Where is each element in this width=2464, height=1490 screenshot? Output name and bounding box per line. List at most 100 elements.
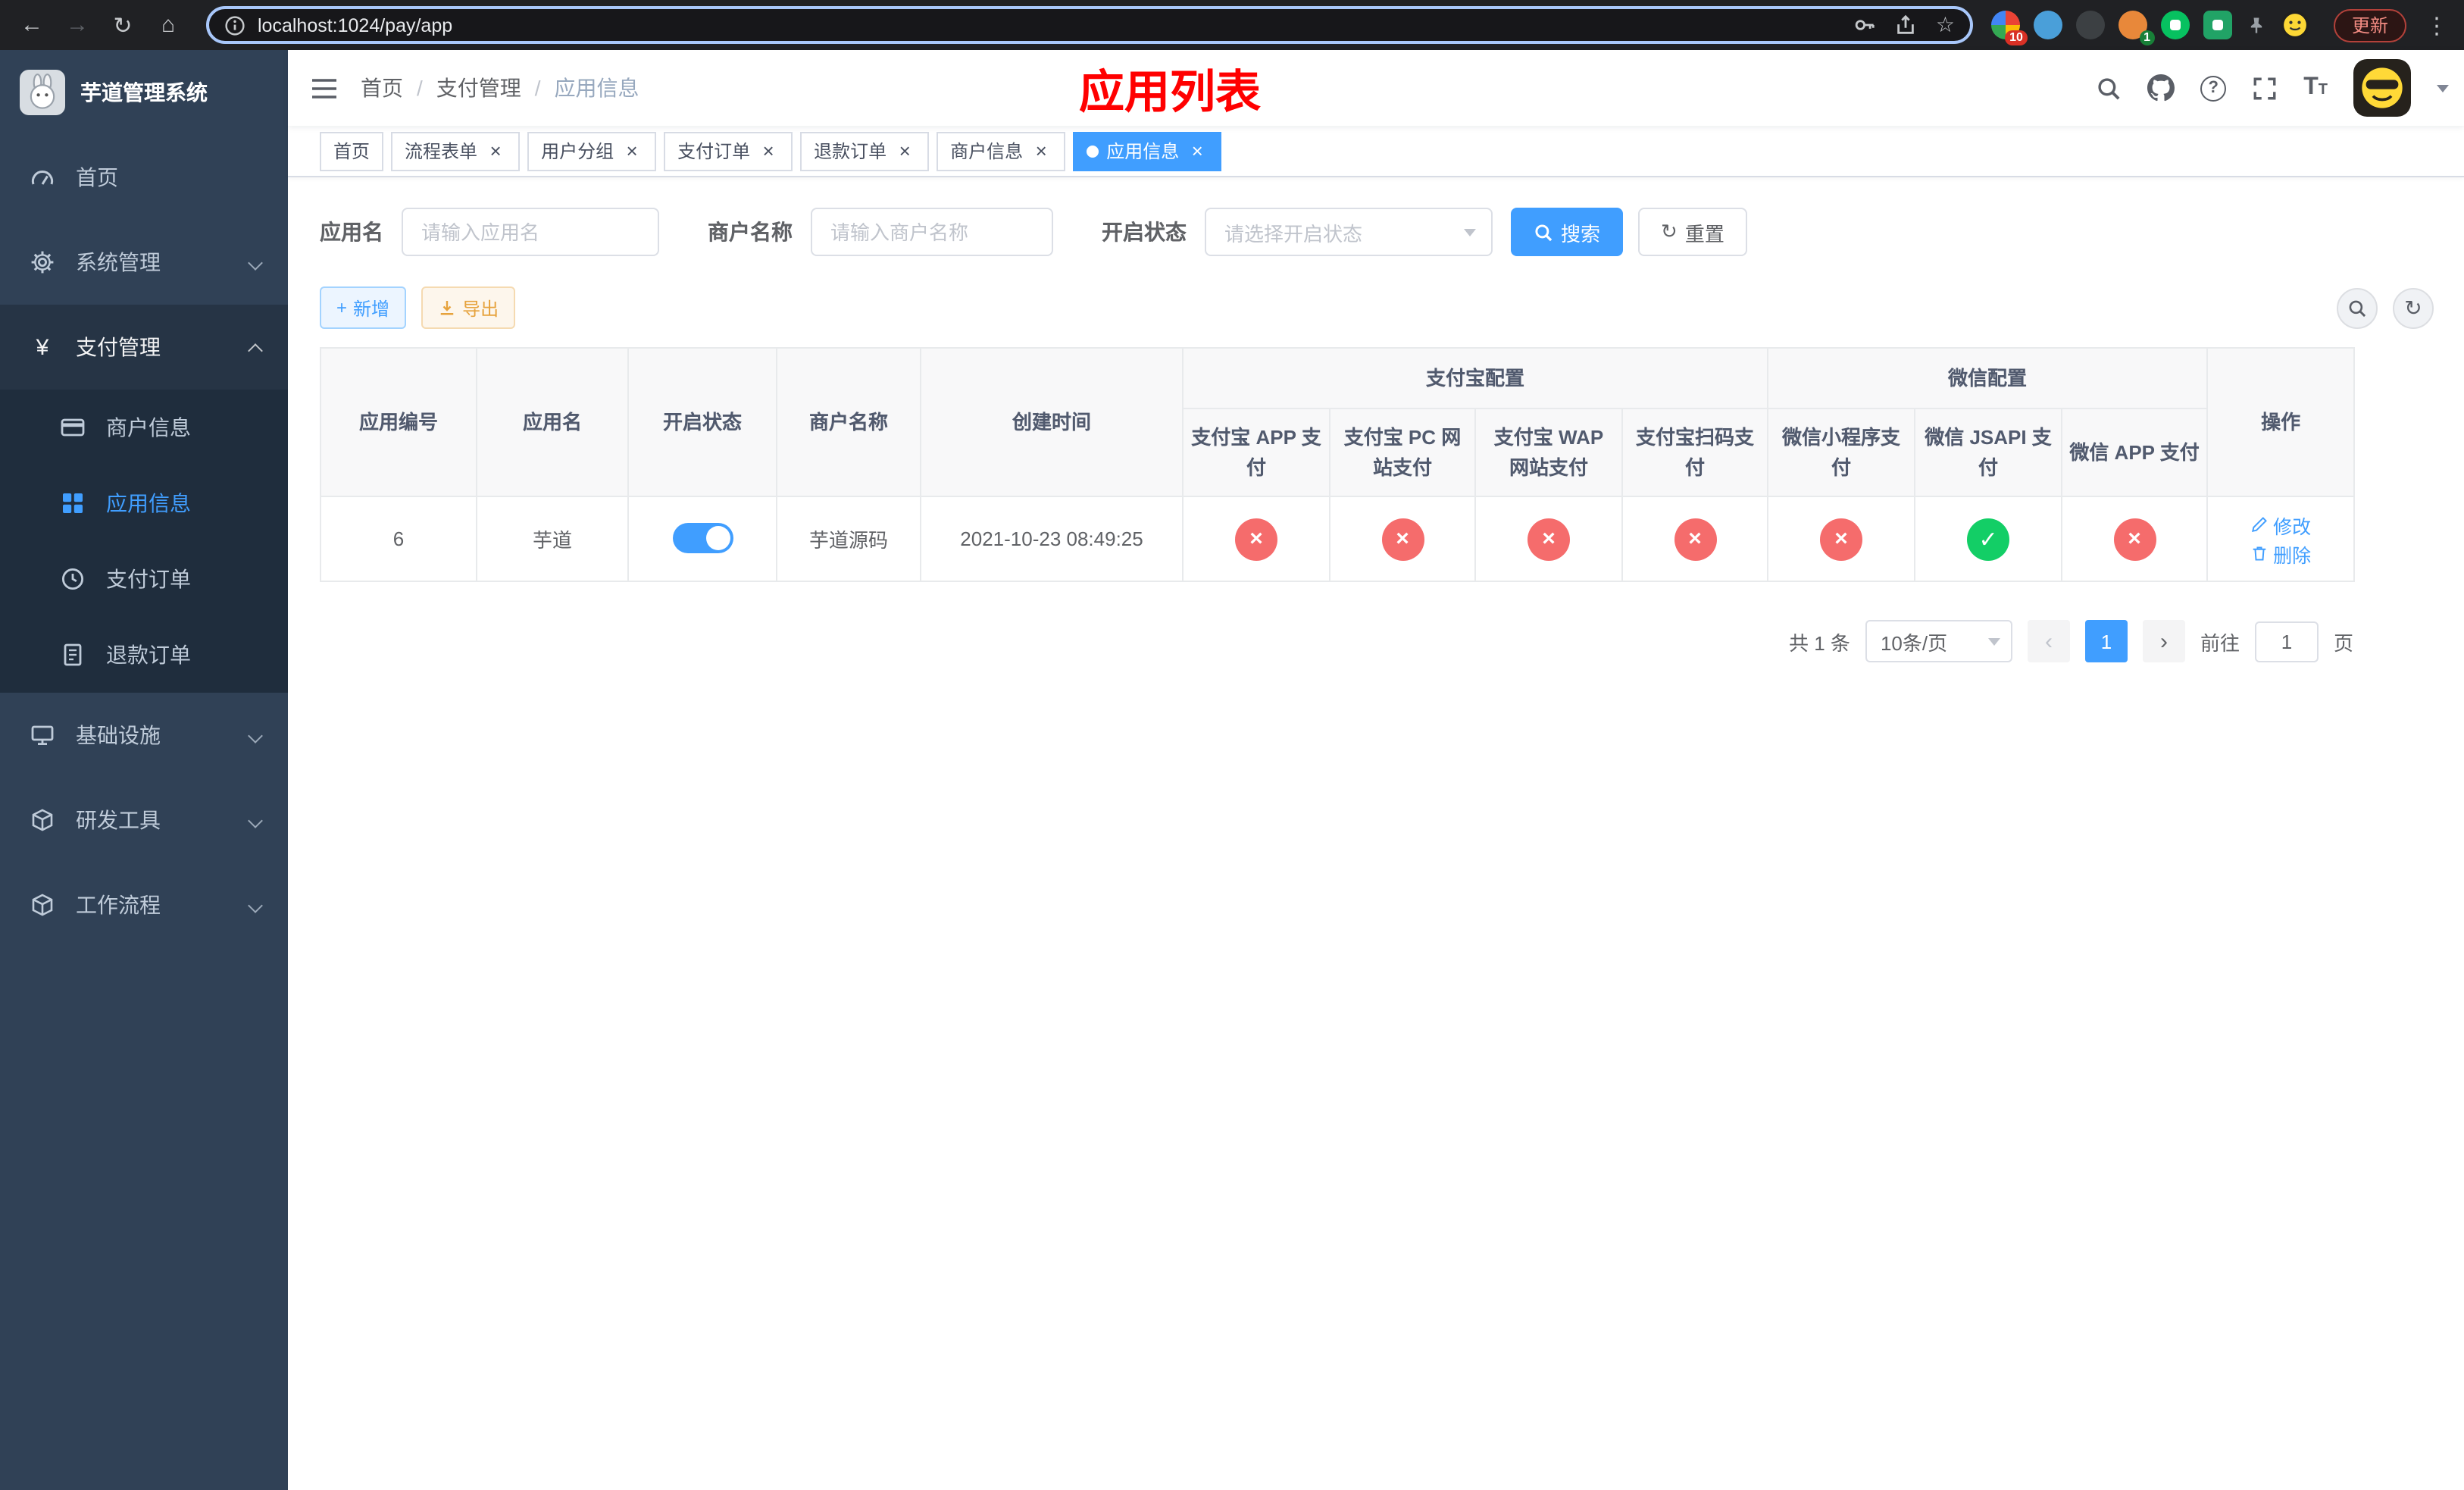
help-icon[interactable]: ? [2200,75,2227,101]
chevron-down-icon [248,255,263,270]
font-size-icon[interactable]: TT [2303,75,2328,100]
trash-icon [2253,546,2266,561]
sidebar-item-app-info[interactable]: 应用信息 [0,465,288,541]
cell-app-name: 芋道 [476,496,629,582]
bookmark-star-icon[interactable]: ☆ [1936,12,1955,38]
breadcrumb-item[interactable]: 支付管理 [436,73,521,103]
sidebar-item-system[interactable]: 系统管理 [0,220,288,305]
prev-page-button[interactable]: ‹ [2027,620,2070,662]
refresh-table-button[interactable]: ↻ [2393,287,2434,328]
sidebar-logo-row[interactable]: 芋道管理系统 [0,50,288,135]
browser-menu-icon[interactable]: ⋮ [2422,11,2452,39]
pinned-extension-icon[interactable] [2246,14,2267,36]
col-status: 开启状态 [627,347,777,497]
close-icon[interactable]: × [894,140,915,161]
browser-back-icon[interactable]: ← [12,5,52,45]
toggle-search-button[interactable] [2337,287,2378,328]
fullscreen-icon[interactable] [2252,75,2278,101]
sidebar-item-payment[interactable]: ¥ 支付管理 [0,305,288,390]
tab-home[interactable]: 首页 [320,131,384,171]
app-table: 应用编号 应用名 开启状态 商户名称 创建时间 支付宝配置 微信配置 操作 支付… [320,347,2356,582]
cell-created: 2021-10-23 08:49:25 [920,496,1184,582]
goto-page-input[interactable] [2254,621,2319,662]
browser-update-button[interactable]: 更新 [2333,8,2406,42]
tab-pay-order[interactable]: 支付订单 × [664,131,793,171]
reset-button[interactable]: ↻ 重置 [1638,208,1747,256]
close-icon[interactable]: × [758,140,779,161]
breadcrumb-separator: / [534,76,541,100]
pencil-icon [2252,517,2267,532]
enabled-toggle[interactable] [672,523,733,553]
export-button[interactable]: 导出 [421,286,516,329]
page-size-select[interactable]: 10条/页 [1865,620,2012,662]
next-page-button[interactable]: › [2142,620,2185,662]
edit-link[interactable]: 修改 [2250,510,2311,539]
sidebar-item-label: 基础设施 [76,723,161,747]
browser-reload-icon[interactable]: ↻ [103,5,142,45]
url-text: localhost:1024/pay/app [258,14,453,36]
password-key-icon[interactable] [1854,14,1877,36]
monitor-icon [30,723,55,747]
extension-badge: 10 [2005,30,2028,45]
delete-link[interactable]: 删除 [2250,539,2311,568]
add-button[interactable]: + 新增 [320,286,407,329]
box-icon [30,893,55,917]
site-info-icon[interactable] [224,14,245,36]
tab-process-form[interactable]: 流程表单 × [391,131,521,171]
sidebar-collapse-icon[interactable] [288,50,361,126]
github-icon[interactable] [2147,74,2175,102]
tab-refund-order[interactable]: 退款订单 × [800,131,930,171]
avatar-caret-icon[interactable] [2437,84,2449,92]
close-icon[interactable]: × [1187,140,1208,161]
main-area: 首页 / 支付管理 / 应用信息 应用列表 ? T T 首页 流程表单 × 用户… [288,50,2464,1490]
browser-home-icon[interactable]: ⌂ [149,5,188,45]
close-icon[interactable]: × [485,140,506,161]
breadcrumb-item-current: 应用信息 [554,76,639,100]
wx-lite-status-icon: × [1820,518,1863,560]
tab-user-group[interactable]: 用户分组 × [527,131,657,171]
search-icon[interactable] [2096,75,2122,101]
extension-icon[interactable]: 10 [1990,11,2028,45]
sidebar-item-label: 系统管理 [76,250,161,274]
filter-form: 应用名 商户名称 开启状态 请选择开启状态 [320,208,2434,256]
status-select[interactable]: 请选择开启状态 [1205,208,1493,256]
sidebar-item-merchant-info[interactable]: 商户信息 [0,390,288,465]
chevron-up-icon [248,343,263,358]
close-icon[interactable]: × [1030,140,1052,161]
extension-icon[interactable] [2160,11,2190,39]
chevron-down-icon [248,728,263,743]
sidebar-item-dev-tools[interactable]: 研发工具 [0,778,288,862]
page-number-button[interactable]: 1 [2084,620,2128,662]
page-title: 应用列表 [1079,68,1261,118]
search-button[interactable]: 搜索 [1511,208,1624,256]
goto-label: 前往 [2200,631,2240,654]
sidebar-item-label: 首页 [76,165,118,189]
sidebar-item-refund-order[interactable]: 退款订单 [0,617,288,693]
address-bar[interactable]: localhost:1024/pay/app ☆ [206,6,1973,44]
sidebar-item-workflow[interactable]: 工作流程 [0,862,288,947]
sidebar-item-pay-order[interactable]: 支付订单 [0,541,288,617]
clock-circle-icon [61,567,85,591]
user-avatar[interactable] [2353,59,2411,117]
sidebar-menu: 首页 系统管理 ¥ 支付管理 商户信息 应用信息 支付订单 退款订单 基础设施 … [0,135,288,1490]
extension-icon[interactable] [2075,11,2105,39]
app-name-input[interactable] [402,208,659,256]
tab-app-info[interactable]: 应用信息 × [1073,131,1222,171]
dashboard-icon [30,165,55,189]
browser-profile-avatar[interactable] [2280,11,2309,39]
tab-merchant-info[interactable]: 商户信息 × [937,131,1066,171]
share-icon[interactable] [1895,14,1918,36]
box-icon [30,808,55,832]
col-merchant: 商户名称 [776,347,921,497]
sidebar-item-label: 商户信息 [106,415,191,440]
merchant-name-input[interactable] [811,208,1053,256]
close-icon[interactable]: × [621,140,643,161]
sidebar-item-infrastructure[interactable]: 基础设施 [0,693,288,778]
browser-forward-icon[interactable]: → [58,5,97,45]
extension-icon[interactable] [2033,11,2062,39]
extension-icon[interactable]: 1 [2118,11,2155,45]
sidebar-item-home[interactable]: 首页 [0,135,288,220]
wx-jsapi-status-icon: ✓ [1967,518,2010,560]
extension-icon[interactable] [2203,11,2232,39]
breadcrumb-item[interactable]: 首页 [361,73,403,103]
